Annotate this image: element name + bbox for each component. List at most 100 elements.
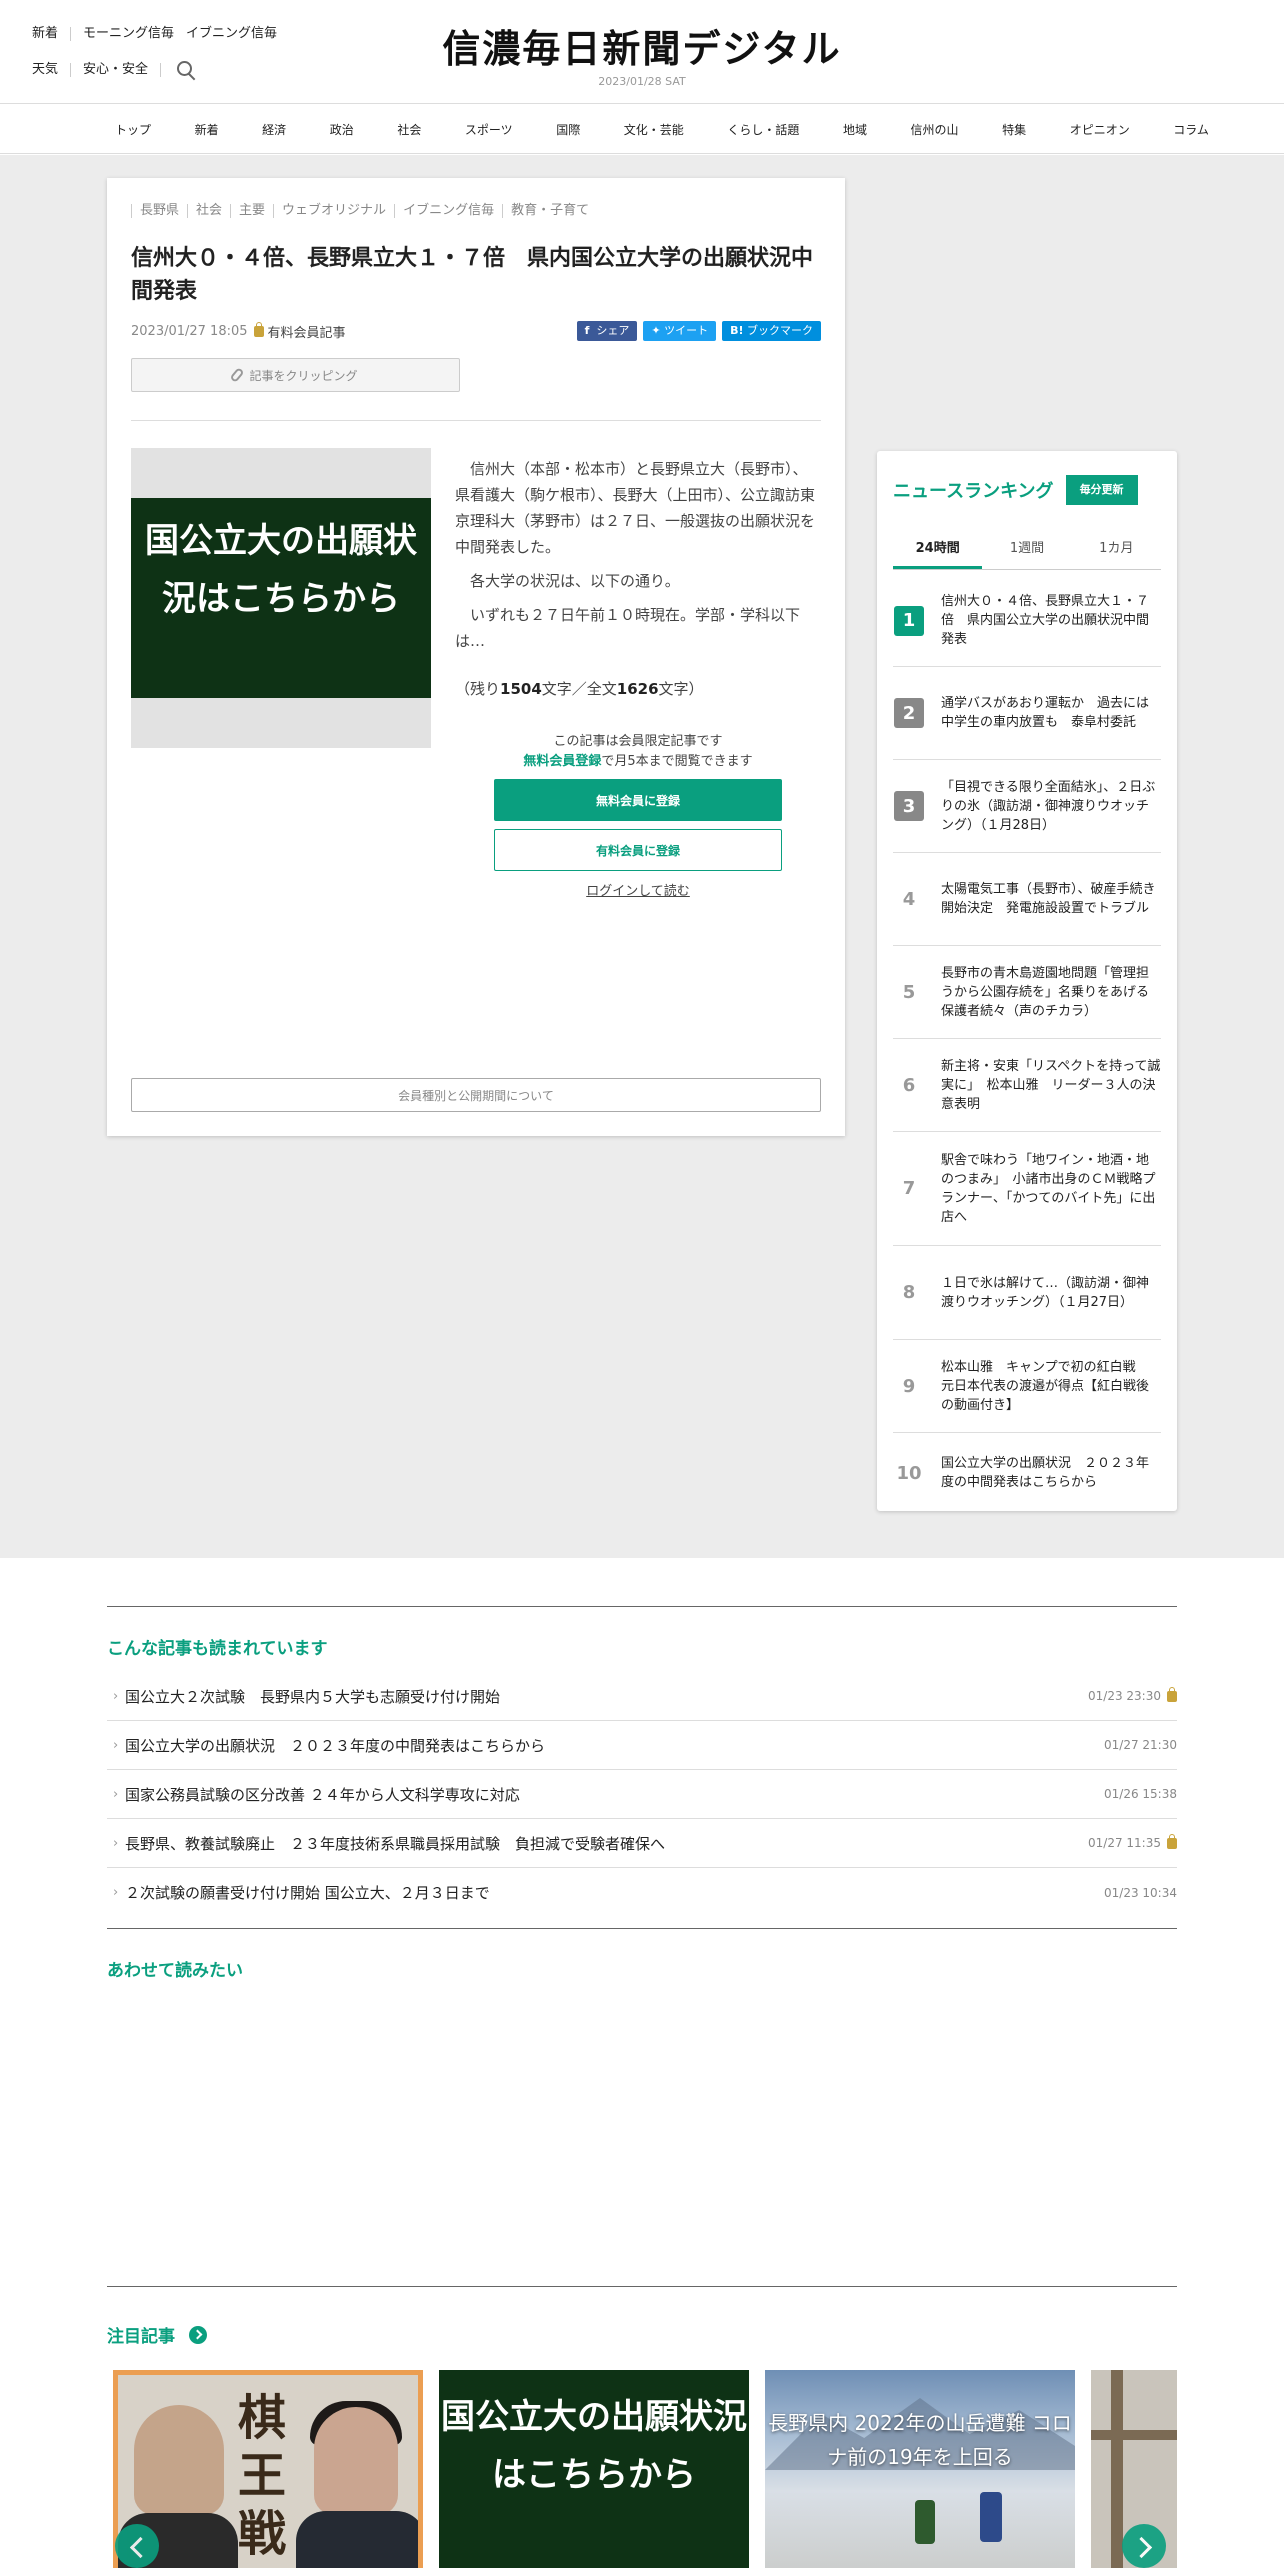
free-signup-link[interactable]: 無料会員登録 (523, 754, 601, 769)
tweet-button[interactable]: ✦ ツイート (643, 321, 717, 341)
also-read-item[interactable]: › 長野県、教養試験廃止 ２３年度技術系県職員採用試験 負担減で受験者確保へ 0… (107, 1819, 1177, 1868)
article-datetime: 2023/01/27 18:05 (131, 324, 248, 339)
search-icon[interactable] (175, 59, 197, 81)
site-logo[interactable]: 信濃毎日新聞デジタル 2023/01/28 SAT (442, 18, 842, 88)
arrow-right-icon (189, 2325, 207, 2344)
ranking-item[interactable]: 1 信州大０・４倍、長野県立大１・７倍 県内国公立大学の出願状況中間発表 (893, 575, 1161, 667)
remaining-chars: （残り1504文字／全文1626文字） (455, 678, 704, 699)
news-ranking: ニュースランキング 毎分更新 24時間 1週間 1カ月 1 信州大０・４倍、長野… (877, 451, 1177, 1511)
also-read-list: › 国公立大２次試験 長野県内５大学も志願受け付け開始 01/23 23:30 … (107, 1672, 1177, 1917)
nav-column[interactable]: コラム (1165, 121, 1217, 138)
also-read-item[interactable]: › 国公立大２次試験 長野県内５大学も志願受け付け開始 01/23 23:30 (107, 1672, 1177, 1721)
ranking-item[interactable]: 9 松本山雅 キャンプで初の紅白戦 元日本代表の渡邉が得点【紅白戦後の動画付き】 (893, 1340, 1161, 1433)
paid-label: 有料会員記事 (267, 326, 346, 341)
ranking-item[interactable]: 2 通学バスがあおり運転か 過去には中学生の車内放置も 泰阜村委託 (893, 667, 1161, 760)
nav-life[interactable]: くらし・話題 (719, 121, 807, 138)
nav-society[interactable]: 社会 (389, 121, 429, 138)
hatena-bookmark-button[interactable]: B! ブックマーク (722, 321, 821, 341)
rank-number: 2 (894, 698, 924, 728)
nav-politics[interactable]: 政治 (322, 121, 362, 138)
nav-region[interactable]: 地域 (835, 121, 875, 138)
link-new[interactable]: 新着 (32, 27, 70, 41)
remain-prefix: （残り (455, 680, 501, 698)
ranking-item-title: 「目視できる限り全面結氷」、２日ぶりの氷（諏訪湖・御神渡りウオッチング）（１月2… (941, 779, 1156, 833)
link-evening[interactable]: イブニング信毎 (186, 27, 289, 41)
ranking-item[interactable]: 6 新主将・安東「リスペクトを持って誠実に」 松本山雅 リーダー３人の決意表明 (893, 1039, 1161, 1132)
paperclip-icon (229, 367, 246, 383)
main-nav: トップ 新着 経済 政治 社会 スポーツ 国際 文化・芸能 くらし・話題 地域 … (0, 104, 1284, 154)
nav-top[interactable]: トップ (107, 121, 159, 138)
header-date: 2023/01/28 SAT (598, 75, 686, 88)
ranking-item[interactable]: 8 １日で氷は解けて…（諏訪湖・御神渡りウオッチング）（１月27日） (893, 1246, 1161, 1340)
article-thumbnail[interactable]: 国公立大の出願状況はこちらから (131, 448, 431, 748)
featured-title[interactable]: 注目記事 (107, 2322, 207, 2347)
tweet-label: ツイート (664, 324, 709, 337)
tag[interactable]: 教育・子育て (502, 204, 597, 218)
also-read-item-title: 国公立大学の出願状況 ２０２３年度の中間発表はこちらから (125, 1736, 546, 1755)
ranking-item[interactable]: 10 国公立大学の出願状況 ２０２３年度の中間発表はこちらから (893, 1433, 1161, 1513)
featured-card[interactable]: 棋王戦 (113, 2370, 423, 2568)
paid-register-button[interactable]: 有料会員に登録 (494, 829, 782, 871)
bookmark-label: ブックマーク (747, 324, 813, 337)
tag[interactable]: 長野県 (131, 204, 187, 218)
members-only-text: この記事は会員限定記事です (553, 734, 723, 749)
ranking-update-badge: 毎分更新 (1065, 475, 1138, 505)
rank-number: 8 (902, 1282, 916, 1303)
total-count: 1626 (616, 680, 659, 698)
rank-number: 10 (896, 1462, 922, 1484)
tag[interactable]: ウェブオリジナル (273, 204, 394, 218)
ranking-item[interactable]: 4 太陽電気工事（長野市）、破産手続き開始決定 発電施設設置でトラブル (893, 853, 1161, 946)
ranking-item[interactable]: 5 長野市の青木島遊園地問題「管理担うから公園存続を」名乗りをあげる保護者続々（… (893, 946, 1161, 1039)
tag[interactable]: 主要 (230, 204, 273, 218)
featured-title-label: 注目記事 (107, 2327, 175, 2347)
nav-economy[interactable]: 経済 (254, 121, 294, 138)
nav-opinion[interactable]: オピニオン (1062, 121, 1138, 138)
nav-new[interactable]: 新着 (187, 121, 227, 138)
link-weather[interactable]: 天気 (32, 63, 70, 77)
rank-number: 5 (902, 981, 916, 1003)
clip-article-button[interactable]: 記事をクリッピング (131, 358, 460, 392)
ranking-item-title: 松本山雅 キャンプで初の紅白戦 元日本代表の渡邉が得点【紅白戦後の動画付き】 (941, 1359, 1150, 1413)
members-notice: この記事は会員限定記事です 無料会員登録で月5本まで閲覧できます (493, 732, 783, 772)
also-read-item-title: ２次試験の願書受け付け開始 国公立大、２月３日まで (125, 1884, 490, 1902)
nav-sports[interactable]: スポーツ (457, 121, 521, 138)
also-read-item[interactable]: › ２次試験の願書受け付け開始 国公立大、２月３日まで 01/23 10:34 (107, 1868, 1177, 1917)
link-safety[interactable]: 安心・安全 (70, 63, 160, 77)
nav-special[interactable]: 特集 (994, 121, 1034, 138)
ranking-item-title: 駅舎で味わう「地ワイン・地酒・地のつまみ」 小諸市出身のＣＭ戦略プランナー、「か… (941, 1152, 1156, 1225)
membership-plans-button[interactable]: 会員種別と公開期間について (131, 1078, 821, 1112)
also-read-item[interactable]: › 国家公務員試験の区分改善 ２４年から人文科学専攻に対応 01/26 15:3… (107, 1770, 1177, 1819)
clip-label: 記事をクリッピング (249, 368, 358, 383)
also-read-item-title: 国家公務員試験の区分改善 ２４年から人文科学専攻に対応 (125, 1785, 520, 1804)
tag[interactable]: イブニング信毎 (394, 204, 502, 218)
nav-culture[interactable]: 文化・芸能 (616, 121, 692, 138)
ranking-item[interactable]: 7 駅舎で味わう「地ワイン・地酒・地のつまみ」 小諸市出身のＣＭ戦略プランナー、… (893, 1132, 1161, 1246)
tag[interactable]: 社会 (187, 204, 230, 218)
link-morning[interactable]: モーニング信毎 (70, 27, 186, 41)
article-tags: 長野県 社会 主要 ウェブオリジナル イブニング信毎 教育・子育て (131, 204, 597, 218)
carousel-prev-button[interactable] (115, 2524, 159, 2568)
featured-card[interactable]: 長野県内 2022年の山岳遭難 コロナ前の19年を上回る (765, 2370, 1075, 2568)
nav-international[interactable]: 国際 (548, 121, 588, 138)
chevron-right-icon: › (113, 1688, 119, 1704)
ranking-item[interactable]: 3 「目視できる限り全面結氷」、２日ぶりの氷（諏訪湖・御神渡りウオッチング）（１… (893, 760, 1161, 853)
ranking-tabs: 24時間 1週間 1カ月 (893, 537, 1161, 570)
section-divider (107, 1928, 1177, 1929)
also-read-item-title: 国公立大２次試験 長野県内５大学も志願受け付け開始 (125, 1687, 501, 1706)
facebook-share-button[interactable]: f シェア (576, 321, 638, 341)
lock-icon (1167, 1833, 1177, 1849)
also-read-item[interactable]: › 国公立大学の出願状況 ２０２３年度の中間発表はこちらから 01/27 21:… (107, 1721, 1177, 1770)
featured-card[interactable]: 国公立大の出願状況はこちらから (439, 2370, 749, 2568)
login-link[interactable]: ログインして読む (494, 880, 782, 899)
tab-1week[interactable]: 1週間 (982, 537, 1071, 569)
header-links: 新着 モーニング信毎 イブニング信毎 天気 安心・安全 (32, 22, 289, 94)
carousel-next-button[interactable] (1122, 2524, 1166, 2568)
share-buttons: f シェア ✦ ツイート B! ブックマーク (576, 321, 821, 341)
ranking-item-title: 長野市の青木島遊園地問題「管理担うから公園存続を」名乗りをあげる保護者続々（声の… (941, 965, 1150, 1019)
rank-number: 1 (894, 605, 924, 636)
lock-icon (253, 322, 264, 337)
nav-mountains[interactable]: 信州の山 (903, 121, 967, 138)
tab-1month[interactable]: 1カ月 (1072, 537, 1161, 569)
free-register-button[interactable]: 無料会員に登録 (494, 779, 782, 821)
tab-24h[interactable]: 24時間 (893, 537, 983, 569)
